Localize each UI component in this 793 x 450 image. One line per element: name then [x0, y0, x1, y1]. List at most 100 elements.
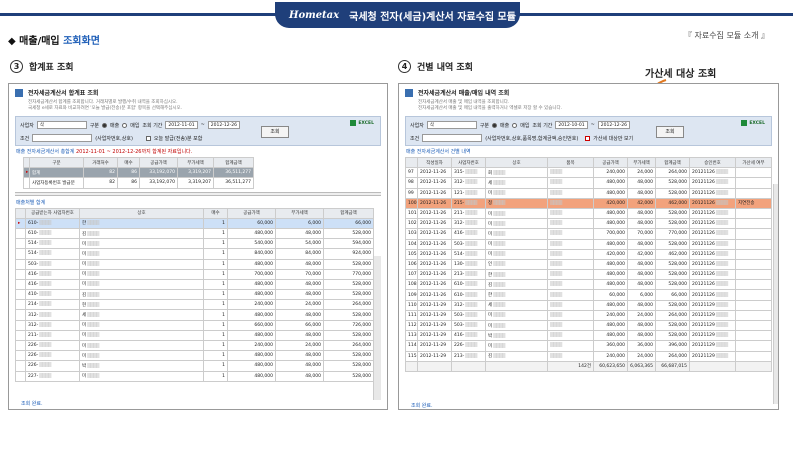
start-date-field[interactable]: 2012-10-01: [555, 121, 588, 129]
table-row[interactable]: 214- ▒▒▒▒ 현 ▒▒▒▒ 1 240,000 24,000 264,000: [15, 299, 374, 311]
cell: 33,192,070: [139, 167, 178, 179]
table-row[interactable]: 97 2012-11-26 315- ▒▒▒▒ 회 ▒▒▒▒ ▒▒▒▒ 240,000 2…: [405, 167, 772, 179]
cell: 100: [405, 197, 418, 209]
cell: 416- ▒▒▒▒: [25, 268, 80, 280]
table-row[interactable]: 514- ▒▒▒▒ 미 ▒▒▒▒ 1 840,000 84,000 924,000: [15, 248, 374, 260]
table-row[interactable]: 99 2012-11-26 121- ▒▒▒▒ 미 ▒▒▒▒ ▒▒▒▒ 480,000 4…: [405, 187, 772, 199]
table-row[interactable]: 104 2012-11-26 503- ▒▒▒▒ 미 ▒▒▒▒ ▒▒▒▒ 480,000…: [405, 238, 772, 250]
cell: 20121129 ▒▒▒▒: [689, 319, 736, 332]
cell: 113: [405, 330, 418, 342]
table-row[interactable]: 110 2012-11-29 312- ▒▒▒▒ 세 ▒▒▒▒ ▒▒▒▒ 480,000…: [405, 299, 772, 311]
table-row[interactable]: 106 2012-11-26 130- ▒▒▒▒ 인 ▒▒▒▒ ▒▒▒▒ 480,000…: [405, 258, 772, 271]
vertical-scrollbar[interactable]: [373, 256, 381, 400]
table-row[interactable]: 109 2012-11-26 610- ▒▒▒▒ 한 ▒▒▒▒ ▒▒▒▒ 60,000 6…: [405, 289, 772, 301]
table-row[interactable]: 226- ▒▒▒▒ 미 ▒▒▒▒ 1 480,000 48,000 528,000: [15, 350, 374, 362]
cell: 312- ▒▒▒▒: [451, 177, 486, 189]
table-row[interactable]: 211- ▒▒▒▒ 미 ▒▒▒▒ 1 480,000 48,000 528,000: [15, 329, 374, 342]
search-button[interactable]: 조회: [261, 126, 289, 138]
table-row[interactable]: 226- ▒▒▒▒ 박 ▒▒▒▒ 1 480,000 48,000 528,000: [15, 360, 374, 372]
cell: 480,000: [593, 177, 628, 189]
table-row[interactable]: 102 2012-11-26 312- ▒▒▒▒ 미 ▒▒▒▒ ▒▒▒▒ 480,000…: [405, 218, 772, 230]
cell: 2012-11-29: [417, 309, 452, 322]
cell: [735, 340, 772, 352]
masked-text: ▒▒▒▒: [492, 252, 505, 258]
table-row[interactable]: 98 2012-11-26 312- ▒▒▒▒ 세 ▒▒▒▒ ▒▒▒▒ 480,000 4…: [405, 177, 772, 189]
splitter[interactable]: [15, 191, 381, 196]
table-row[interactable]: 227- ▒▒▒▒ 미 ▒▒▒▒ 1 480,000 48,000 528,000: [15, 370, 374, 382]
masked-text: ▒▒▒▒: [550, 251, 562, 257]
module-intro-link[interactable]: 『 자료수집 모듈 소개 』: [684, 30, 769, 41]
condition-input[interactable]: [422, 134, 483, 142]
table-row[interactable]: 226- ▒▒▒▒ 미 ▒▒▒▒ 1 240,000 24,000 264,000: [15, 339, 374, 352]
table-row[interactable]: ▸ 합계 82 86 33,192,070 3,319,207 36,511,277: [23, 167, 254, 179]
cell: 240,000: [593, 167, 628, 179]
search-button[interactable]: 조회: [656, 126, 684, 138]
table-row[interactable]: 514- ▒▒▒▒ 미 ▒▒▒▒ 1 540,000 54,000 594,000: [15, 238, 374, 250]
cell: 미 ▒▒▒▒: [79, 339, 204, 352]
cell: 48,000: [627, 299, 656, 311]
cell: 20121126 ▒▒▒▒: [689, 177, 736, 189]
window-header: 전자세금계산서 합계표 조회 전자세금계산서 합계를 조회합니다. 거래처별로 …: [9, 84, 387, 114]
start-date-field[interactable]: 2012-11-01: [165, 121, 198, 129]
table-row[interactable]: 107 2012-11-26 213- ▒▒▒▒ 한 ▒▒▒▒ ▒▒▒▒ 480,000…: [405, 269, 772, 281]
cell: ▒▒▒▒: [547, 197, 594, 209]
masked-text: ▒▒▒▒: [86, 363, 99, 369]
table-row[interactable]: 312- ▒▒▒▒ 세 ▒▒▒▒ 1 480,000 48,000 528,000: [15, 309, 374, 321]
penalty-only-checkbox[interactable]: [585, 135, 591, 141]
masked-text: ▒▒▒▒: [38, 251, 51, 257]
cell: ▒▒▒▒: [547, 299, 594, 311]
table-row[interactable]: 101 2012-11-26 211- ▒▒▒▒ 미 ▒▒▒▒ ▒▒▒▒ 480,000…: [405, 207, 772, 220]
table-row[interactable]: 410- ▒▒▒▒ 김 ▒▒▒▒ 1 480,000 48,000 528,000: [15, 289, 374, 301]
cell: 462,000: [655, 197, 690, 209]
cell: [405, 360, 418, 372]
biz-select[interactable]: 삭: [36, 121, 87, 129]
table-row[interactable]: 503- ▒▒▒▒ 미 ▒▒▒▒ 1 480,000 48,000 528,000: [15, 258, 374, 270]
cell: 2012-11-29: [417, 319, 452, 332]
cell: 82: [83, 167, 118, 179]
table-row[interactable]: 610- ▒▒▒▒ 김 ▒▒▒▒ 1 480,000 48,000 528,000: [15, 227, 374, 240]
masked-text: ▒▒▒▒: [86, 302, 99, 308]
biz-select[interactable]: 삭: [426, 121, 477, 129]
table-row[interactable]: 113 2012-11-29 416- ▒▒▒▒ 박 ▒▒▒▒ ▒▒▒▒ 480,000…: [405, 330, 772, 342]
cell: 20121126 ▒▒▒▒: [689, 218, 736, 230]
purchase-radio[interactable]: [122, 122, 128, 128]
table-row[interactable]: 105 2012-11-26 514- ▒▒▒▒ 미 ▒▒▒▒ ▒▒▒▒ 420,000…: [405, 248, 772, 260]
table-row[interactable]: 312- ▒▒▒▒ 미 ▒▒▒▒ 1 660,000 66,000 726,000: [15, 319, 374, 331]
table-row[interactable]: 112 2012-11-29 503- ▒▒▒▒ 미 ▒▒▒▒ ▒▒▒▒ 480,000…: [405, 319, 772, 332]
table-row[interactable]: 103 2012-11-26 416- ▒▒▒▒ 미 ▒▒▒▒ ▒▒▒▒ 700,000…: [405, 228, 772, 240]
table-row[interactable]: 115 2012-11-29 213- ▒▒▒▒ 김 ▒▒▒▒ ▒▒▒▒ 240,000…: [405, 350, 772, 362]
condition-input[interactable]: [32, 134, 93, 142]
excel-label: EXCEL: [749, 120, 765, 126]
masked-text: ▒▒▒▒: [714, 251, 728, 257]
cell: 60,000: [593, 289, 628, 301]
cell: 660,000: [227, 319, 276, 331]
table-row[interactable]: ▸ 610- ▒▒▒▒ 한 ▒▒▒▒ 1 60,000 6,000 66,000: [15, 217, 374, 229]
table-row[interactable]: 416- ▒▒▒▒ 미 ▒▒▒▒ 1 700,000 70,000 770,000: [15, 268, 374, 280]
cell: 214- ▒▒▒▒: [25, 299, 80, 311]
today-checkbox[interactable]: [145, 135, 151, 141]
purchase-radio[interactable]: [512, 122, 518, 128]
table-row[interactable]: 100 2012-11-26 215- ▒▒▒▒ 청 ▒▒▒▒ ▒▒▒▒ 420,000…: [405, 197, 772, 209]
cell: 박 ▒▒▒▒: [79, 360, 204, 372]
end-date-field[interactable]: 2012-12-26: [207, 121, 240, 129]
cell: 82: [83, 177, 118, 189]
sales-radio[interactable]: [492, 122, 498, 128]
table-row[interactable]: 사업자등록번호 발급분 82 86 33,192,070 3,319,207 36,511…: [23, 177, 254, 189]
end-date-field[interactable]: 2012-12-26: [597, 121, 630, 129]
table-row[interactable]: 108 2012-11-26 610- ▒▒▒▒ 김 ▒▒▒▒ ▒▒▒▒ 480,000…: [405, 279, 772, 291]
table-row[interactable]: 416- ▒▒▒▒ 미 ▒▒▒▒ 1 480,000 48,000 528,000: [15, 278, 374, 291]
cell: ▒▒▒▒: [547, 309, 594, 322]
cell: ▒▒▒▒: [547, 279, 594, 291]
excel-button[interactable]: EXCEL: [741, 120, 765, 126]
masked-text: ▒▒▒▒: [38, 363, 51, 369]
cell: ▒▒▒▒: [547, 350, 594, 362]
cell: 1: [203, 227, 228, 240]
cell: 528,000: [655, 177, 690, 189]
cell: 2012-11-26: [417, 279, 452, 291]
table-row[interactable]: 114 2012-11-29 226- ▒▒▒▒ 미 ▒▒▒▒ ▒▒▒▒ 360,000…: [405, 340, 772, 352]
excel-button[interactable]: EXCEL: [350, 120, 374, 126]
table-row[interactable]: 111 2012-11-29 503- ▒▒▒▒ 미 ▒▒▒▒ ▒▒▒▒ 240,000…: [405, 309, 772, 322]
cell: ▒▒▒▒: [547, 330, 594, 342]
sales-radio[interactable]: [102, 122, 108, 128]
vertical-scrollbar[interactable]: [773, 184, 778, 404]
